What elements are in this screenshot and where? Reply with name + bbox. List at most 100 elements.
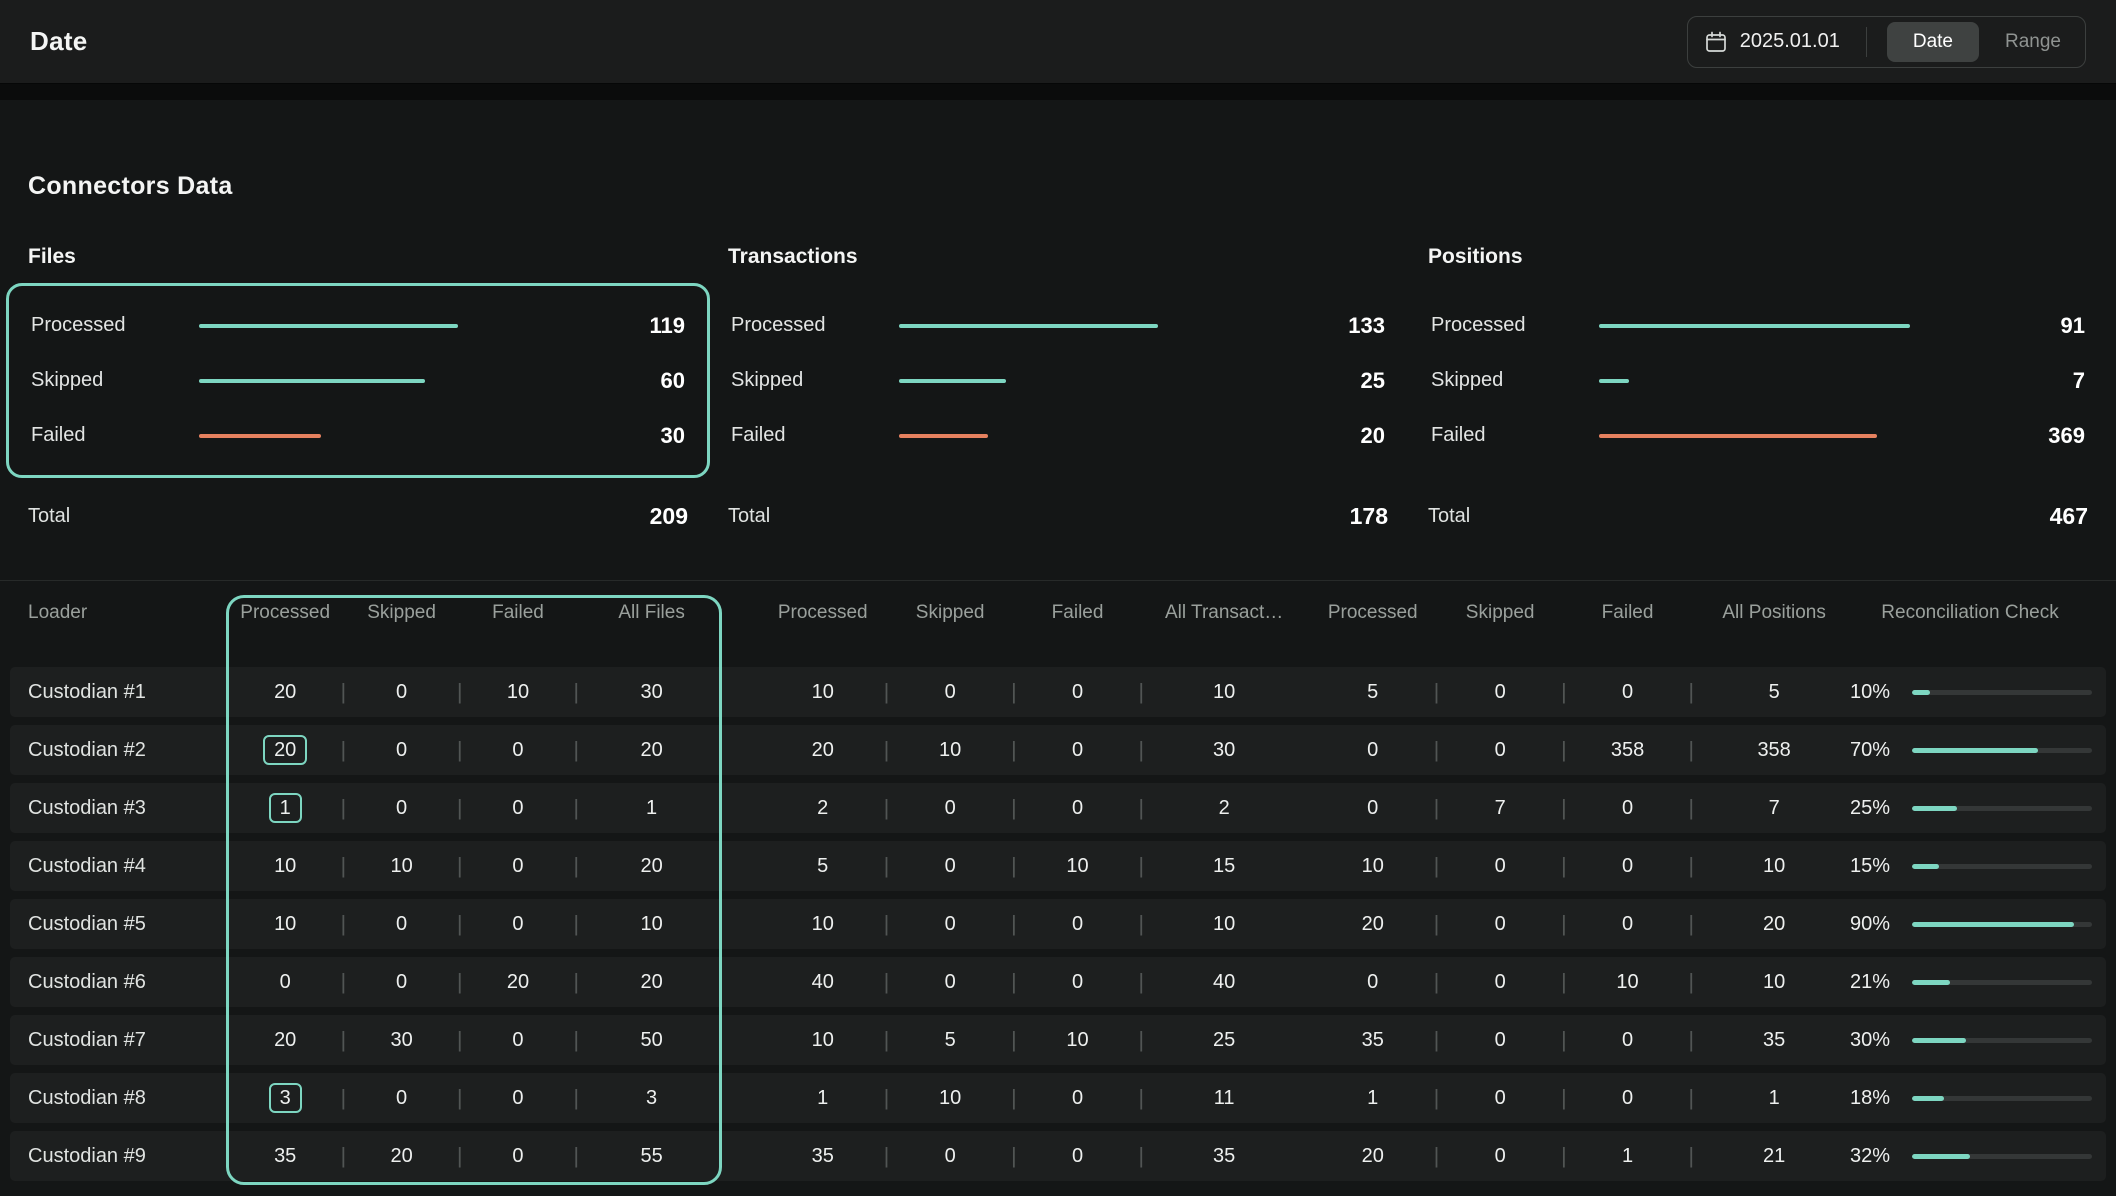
- column-separator: |: [1132, 679, 1150, 705]
- column-separator: |: [1427, 911, 1445, 937]
- column-separator: |: [1132, 795, 1150, 821]
- column-separator: |: [1005, 1085, 1023, 1111]
- recon-bar-fill: [1912, 922, 2074, 927]
- table-row[interactable]: Custodian #4 10|10|0|20 5|0|10|15 10|0|0…: [10, 841, 2106, 891]
- loader-header: Loader: [28, 602, 236, 624]
- metric-label: Skipped: [31, 369, 199, 392]
- reconciliation-cell: 90%: [1848, 913, 2092, 936]
- column-header: Failed: [1023, 602, 1132, 624]
- table-row[interactable]: Custodian #6 0|0|20|20 40|0|0|40 0|0|10|…: [10, 957, 2106, 1007]
- metric-bar: [1599, 434, 1969, 438]
- cell-value: 20: [585, 971, 718, 994]
- column-separator: |: [334, 853, 352, 879]
- cell-value: 20: [1700, 913, 1848, 936]
- table-row[interactable]: Custodian #5 10|0|0|10 10|0|0|10 20|0|0|…: [10, 899, 2106, 949]
- column-separator: |: [451, 853, 469, 879]
- date-value[interactable]: 2025.01.01: [1740, 30, 1846, 53]
- metric-row: Processed 133: [731, 298, 1385, 353]
- column-separator: |: [1427, 1143, 1445, 1169]
- cell-value: 10: [895, 1087, 1004, 1110]
- cell-value: 358: [1700, 739, 1848, 762]
- column-separator: |: [1555, 679, 1573, 705]
- cell-value: 2: [1150, 797, 1298, 820]
- calendar-icon[interactable]: [1704, 30, 1728, 54]
- loader-cell: Custodian #8: [28, 1087, 236, 1110]
- cell-value: 0: [1023, 739, 1132, 762]
- transactions-cells: 10|0|0|10: [768, 899, 1298, 949]
- highlighted-value-box: 3: [269, 1083, 302, 1113]
- table-row[interactable]: Custodian #8 3|0|0|3 1|10|0|11 1|0|0|1 1…: [10, 1073, 2106, 1123]
- loader-cell: Custodian #9: [28, 1145, 236, 1168]
- control-divider: [1866, 27, 1867, 57]
- metric-bar-fill: [1599, 379, 1629, 383]
- summary-card-title: Files: [28, 245, 688, 269]
- cell-value: 0: [469, 913, 567, 936]
- table-row[interactable]: Custodian #2 20|0|0|20 20|10|0|30 0|0|35…: [10, 725, 2106, 775]
- cell-value: 0: [1573, 797, 1682, 820]
- cell-value: 1: [585, 797, 718, 820]
- table-row[interactable]: Custodian #9 35|20|0|55 35|0|0|35 20|0|1…: [10, 1131, 2106, 1181]
- table-row[interactable]: Custodian #1 20|0|10|30 10|0|0|10 5|0|0|…: [10, 667, 2106, 717]
- column-separator: |: [877, 1085, 895, 1111]
- table-row[interactable]: Custodian #3 1|0|0|1 2|0|0|2 0|7|0|7 25%: [10, 783, 2106, 833]
- reconciliation-cell: 30%: [1848, 1029, 2092, 1052]
- transactions-cells: 35|0|0|35: [768, 1131, 1298, 1181]
- table-body: Custodian #1 20|0|10|30 10|0|0|10 5|0|0|…: [0, 645, 2116, 1181]
- positions-cells: 20|0|0|20: [1318, 899, 1848, 949]
- metric-row: Processed 119: [31, 298, 685, 353]
- recon-bar-fill: [1912, 1154, 1970, 1159]
- loader-cell: Custodian #1: [28, 681, 236, 704]
- recon-bar-fill: [1912, 1038, 1966, 1043]
- cell-value: 10: [236, 855, 334, 878]
- column-header: Processed: [1318, 602, 1427, 624]
- cell-value: 0: [469, 1087, 567, 1110]
- recon-percent: 30%: [1850, 1029, 1898, 1052]
- column-separator: |: [567, 1143, 585, 1169]
- column-separator: |: [877, 737, 895, 763]
- column-separator: |: [1132, 1027, 1150, 1053]
- table-row[interactable]: Custodian #7 20|30|0|50 10|5|10|25 35|0|…: [10, 1015, 2106, 1065]
- recon-bar-fill: [1912, 980, 1950, 985]
- loader-cell: Custodian #6: [28, 971, 236, 994]
- column-separator: |: [334, 1085, 352, 1111]
- cell-value: 10: [1150, 913, 1298, 936]
- column-header: All Positions: [1700, 602, 1848, 624]
- column-separator: |: [1427, 853, 1445, 879]
- positions-cells: 20|0|1|21: [1318, 1131, 1848, 1181]
- column-separator: |: [1427, 1085, 1445, 1111]
- metric-bar: [1599, 324, 1969, 328]
- metric-label: Processed: [31, 314, 199, 337]
- column-header: All Transact…: [1150, 602, 1298, 624]
- recon-percent: 18%: [1850, 1087, 1898, 1110]
- column-separator: |: [1427, 737, 1445, 763]
- recon-bar-fill: [1912, 1096, 1944, 1101]
- column-separator: |: [1005, 795, 1023, 821]
- cell-value: 10: [1700, 855, 1848, 878]
- cell-value: 10: [768, 1029, 877, 1052]
- column-separator: |: [1555, 737, 1573, 763]
- transactions-cells: 5|0|10|15: [768, 841, 1298, 891]
- column-separator: |: [567, 911, 585, 937]
- positions-cells: 5|0|0|5: [1318, 667, 1848, 717]
- range-mode-button[interactable]: Range: [1991, 22, 2075, 62]
- metric-bar: [199, 324, 569, 328]
- cell-value: 11: [1150, 1087, 1298, 1110]
- cell-value: 25: [1150, 1029, 1298, 1052]
- column-separator: |: [334, 679, 352, 705]
- recon-bar: [1912, 690, 2092, 695]
- cell-value: 0: [1573, 1087, 1682, 1110]
- summary-card-rows: Processed 91 Skipped 7 Failed 369: [1406, 283, 2110, 478]
- column-separator: |: [1682, 1085, 1700, 1111]
- positions-cells: 0|0|358|358: [1318, 725, 1848, 775]
- cell-value: 0: [895, 797, 1004, 820]
- metric-bar-fill: [899, 324, 1158, 328]
- metric-label: Skipped: [1431, 369, 1599, 392]
- cell-value: 10: [1150, 681, 1298, 704]
- date-mode-button[interactable]: Date: [1887, 22, 1979, 62]
- recon-bar: [1912, 1154, 2092, 1159]
- column-separator: |: [1682, 911, 1700, 937]
- metric-row: Failed 369: [1431, 408, 2085, 463]
- recon-bar: [1912, 980, 2092, 985]
- files-cells: 0|0|20|20: [236, 957, 718, 1007]
- column-separator: |: [451, 737, 469, 763]
